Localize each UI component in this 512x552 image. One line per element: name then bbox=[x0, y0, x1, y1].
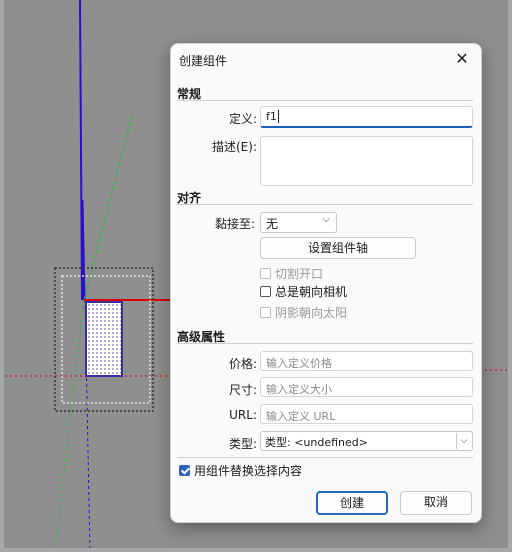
green-axis-dashed bbox=[54, 299, 85, 552]
url-placeholder: 输入定义 URL bbox=[266, 410, 336, 423]
always-face-camera-box bbox=[260, 286, 271, 297]
url-label: URL: bbox=[229, 408, 257, 422]
description-textarea[interactable] bbox=[260, 136, 473, 186]
cancel-button[interactable]: 取消 bbox=[400, 491, 472, 515]
viewport-right-border bbox=[508, 0, 512, 552]
definition-value: f1 bbox=[266, 110, 277, 123]
section-general-divider bbox=[177, 100, 473, 101]
shadows-face-sun-checkbox[interactable]: 阴影朝向太阳 bbox=[260, 304, 347, 321]
component-object bbox=[85, 301, 123, 377]
cut-opening-checkbox[interactable]: 切割开口 bbox=[260, 265, 323, 282]
type-label: 类型: bbox=[228, 437, 257, 451]
glue-to-label: 黏接至: bbox=[214, 217, 255, 231]
cut-opening-box bbox=[260, 268, 271, 279]
type-select[interactable]: 类型: <undefined> ⌵ bbox=[260, 431, 473, 451]
description-label: 描述(E): bbox=[212, 140, 257, 154]
always-face-camera-checkbox[interactable]: 总是朝向相机 bbox=[260, 283, 347, 300]
close-icon[interactable]: ✕ bbox=[451, 48, 473, 70]
viewport-left-border bbox=[0, 0, 4, 552]
advanced-bottom-divider bbox=[177, 457, 473, 458]
definition-input[interactable]: f1 bbox=[260, 106, 473, 128]
shadows-face-sun-label: 阴影朝向太阳 bbox=[275, 306, 348, 320]
blue-axis-bold bbox=[80, 199, 86, 301]
cut-opening-label: 切割开口 bbox=[275, 267, 324, 281]
price-placeholder: 输入定义价格 bbox=[266, 357, 332, 370]
definition-label: 定义: bbox=[228, 112, 257, 126]
set-component-axes-button[interactable]: 设置组件轴 bbox=[260, 237, 416, 259]
replace-selection-checkbox[interactable]: 用组件替换选择内容 bbox=[179, 462, 302, 479]
price-label: 价格: bbox=[228, 357, 257, 371]
type-value: 类型: <undefined> bbox=[265, 436, 368, 449]
shadows-face-sun-box bbox=[260, 307, 271, 318]
create-button[interactable]: 创建 bbox=[316, 491, 388, 515]
chevron-down-icon: ⌵ bbox=[322, 214, 330, 225]
section-align-divider bbox=[177, 204, 473, 205]
green-axis bbox=[83, 114, 133, 301]
always-face-camera-label: 总是朝向相机 bbox=[275, 285, 348, 299]
url-input[interactable]: 输入定义 URL bbox=[260, 404, 473, 424]
size-placeholder: 输入定义大小 bbox=[266, 383, 332, 396]
create-component-dialog: 创建组件 ✕ 常规 定义: f1 描述(E): 对齐 黏接至: 无 ⌵ 设置组件… bbox=[170, 43, 482, 523]
replace-selection-label: 用组件替换选择内容 bbox=[194, 464, 303, 478]
price-input[interactable]: 输入定义价格 bbox=[260, 351, 473, 371]
chevron-down-icon: ⌵ bbox=[456, 433, 471, 449]
section-advanced-divider bbox=[177, 343, 473, 344]
replace-selection-box bbox=[179, 465, 190, 476]
glue-to-value: 无 bbox=[266, 217, 279, 231]
size-label: 尺寸: bbox=[228, 383, 257, 397]
size-input[interactable]: 输入定义大小 bbox=[260, 377, 473, 397]
dialog-title: 创建组件 bbox=[179, 54, 228, 68]
viewport-bottom-border bbox=[0, 548, 512, 552]
glue-to-select[interactable]: 无 ⌵ bbox=[260, 212, 337, 233]
